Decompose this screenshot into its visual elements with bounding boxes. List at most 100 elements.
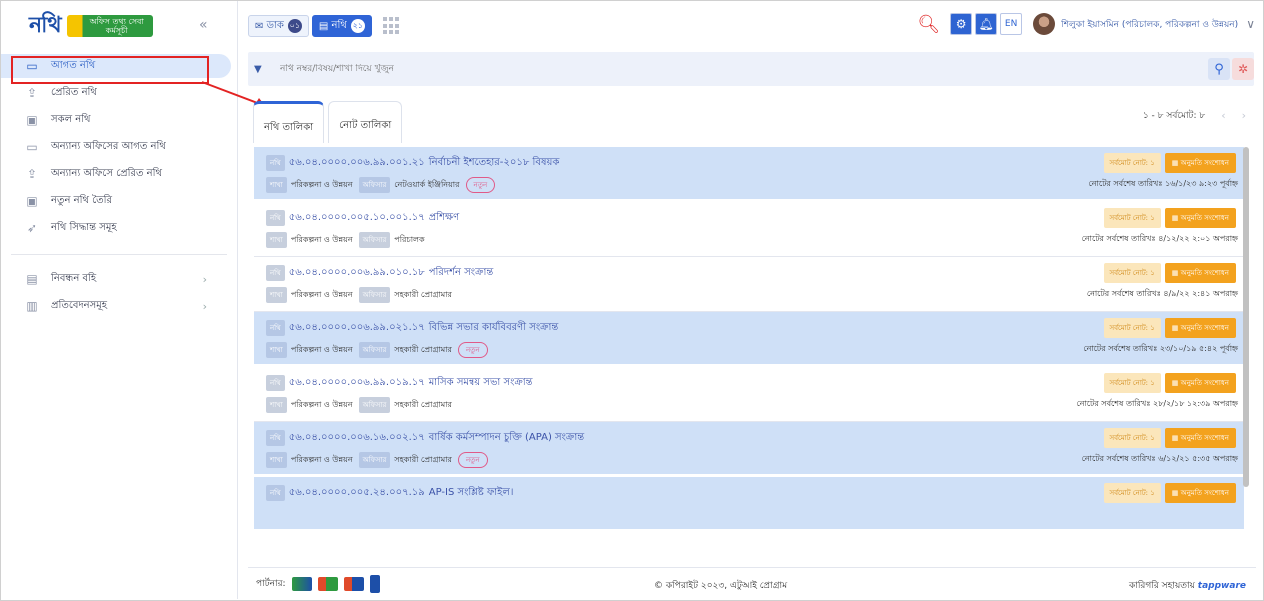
partner-logo-cabinet[interactable] — [317, 576, 338, 591]
permission-edit-label: অনুমতি সংশোধন — [1180, 159, 1229, 167]
permission-edit-button[interactable]: ▦ অনুমতি সংশোধন — [1164, 208, 1236, 228]
nothi-button[interactable]: ▤ নথি ২১ — [311, 15, 372, 37]
user-name[interactable]: শিলুকা ইয়াসমিন (পরিচালক, পরিকল্পনা ও উন… — [1061, 17, 1238, 32]
copyright-text: © কপিরাইট ২০২৩, এটুআই প্রোগ্রাম — [654, 581, 788, 591]
branch-name: পরিকল্পনা ও উন্নয়ন — [290, 234, 353, 244]
nothi-tag: নথি — [266, 320, 285, 336]
branch-tag: শাখা — [266, 232, 287, 248]
file-number[interactable]: ৫৬.০৪.০০০০.০০৬.৯৯.০১৯.১৭ — [289, 375, 425, 392]
file-row[interactable]: নথি ৫৬.০৪.০০০০.০০৫.২৪.০০৭.১৯ AP-IS সংশ্ল… — [254, 477, 1244, 532]
settings-gear-icon[interactable]: ⚙ — [950, 13, 973, 35]
file-subject[interactable]: বার্ষিক কর্মসম্পাদন চুক্তি (APA) সংক্রান… — [429, 430, 584, 447]
sidebar-item-label: প্রতিবেদনসমূহ — [51, 299, 108, 311]
file-row[interactable]: নথি ৫৬.০৪.০০০০.০০৫.১০.০০১.১৭ প্রশিক্ষণ শ… — [254, 202, 1244, 257]
permission-edit-button[interactable]: ▦ অনুমতি সংশোধন — [1164, 483, 1236, 503]
file-list: নথি ৫৬.০৪.০০০০.০০৬.৯৯.০০১.২১ নির্বাচনী ই… — [254, 147, 1244, 567]
nothi-label: নথি — [331, 19, 347, 31]
permission-edit-button[interactable]: ▦ অনুমতি সংশোধন — [1164, 373, 1236, 393]
gavel-icon: ➶ — [26, 221, 38, 235]
file-subject[interactable]: AP-IS সংশ্লিষ্ট ফাইল। — [429, 485, 514, 502]
logo[interactable]: নথি অফিস তথ্য সেবা কর্মসূচী « — [1, 1, 237, 51]
file-row[interactable]: নথি ৫৬.০৪.০০০০.০০৬.৯৯.০২১.১৭ বিভিন্ন সভা… — [254, 312, 1244, 367]
nothi-count: ২১ — [350, 19, 365, 33]
chevron-right-icon: › — [202, 272, 207, 286]
file-number[interactable]: ৫৬.০৪.০০০০.০০৬.১৬.০০২.১৭ — [289, 430, 425, 447]
file-number[interactable]: ৫৬.০৪.০০০০.০০৬.৯৯.০০১.২১ — [289, 155, 425, 172]
file-number[interactable]: ৫৬.০৪.০০০০.০০৬.৯৯.০১০.১৮ — [289, 265, 425, 282]
file-row[interactable]: নথি ৫৬.০৪.০০০০.০০৬.৯৯.০০১.২১ নির্বাচনী ই… — [254, 147, 1244, 202]
file-row[interactable]: নথি ৫৬.০৪.০০০০.০০৬.১৬.০০২.১৭ বার্ষিক কর্… — [254, 422, 1244, 477]
file-row[interactable]: নথি ৫৬.০৪.০০০০.০০৬.৯৯.০১৯.১৭ মাসিক সমন্ব… — [254, 367, 1244, 422]
filter-dropdown-caret-icon[interactable]: ▼ — [254, 64, 274, 75]
book-icon: ▤ — [26, 272, 38, 286]
branch-name: পরিকল্পনা ও উন্নয়ন — [290, 399, 353, 409]
officer-tag: অফিসার — [358, 342, 391, 358]
officer-tag: অফিসার — [358, 287, 391, 303]
permission-edit-button[interactable]: ▦ অনুমতি সংশোধন — [1164, 318, 1236, 338]
sidebar-item-label: অন্যান্য অফিসে প্রেরিত নথি — [51, 167, 162, 179]
collapse-sidebar-icon[interactable]: « — [199, 17, 208, 33]
branch-tag: শাখা — [266, 397, 287, 413]
permission-edit-button[interactable]: ▦ অনুমতি সংশোধন — [1164, 263, 1236, 283]
permission-edit-label: অনুমতি সংশোধন — [1180, 434, 1229, 442]
nothi-tag: নথি — [266, 375, 285, 391]
permission-edit-button[interactable]: ▦ অনুমতি সংশোধন — [1164, 428, 1236, 448]
file-row[interactable]: নথি ৫৬.০৪.০০০০.০০৬.৯৯.০১০.১৮ পরিদর্শন সং… — [254, 257, 1244, 312]
file-subject[interactable]: পরিদর্শন সংক্রান্ত — [429, 265, 494, 282]
note-count-badge: সর্বমোট নোট: ১ — [1103, 153, 1161, 173]
outbox-icon: ⇪ — [26, 86, 38, 100]
officer-tag: অফিসার — [358, 232, 391, 248]
notification-bell-icon[interactable]: 🔔︎ — [975, 13, 998, 35]
sidebar-item[interactable]: ▭ অন্যান্য অফিসের আগত নথি — [1, 135, 237, 159]
branch-tag: শাখা — [266, 287, 287, 303]
sidebar: নথি অফিস তথ্য সেবা কর্মসূচী « ▭ আগত নথি ⇪ প… — [1, 1, 238, 599]
tab-note-list[interactable]: নোট তালিকা — [328, 101, 403, 143]
sidebar-item[interactable]: ▭ আগত নথি — [1, 54, 231, 78]
scrollbar[interactable] — [1243, 147, 1249, 487]
file-subject[interactable]: মাসিক সমন্বয় সভা সংক্রান্ত — [429, 375, 533, 392]
search-input[interactable] — [280, 64, 980, 74]
clear-filter-icon[interactable]: ✲ — [1232, 58, 1254, 80]
sidebar-item[interactable]: ▤ নিবন্ধন বহি › — [1, 267, 237, 291]
sidebar-item[interactable]: ➶ নথি সিদ্ধান্ত সমূহ — [1, 216, 237, 240]
partner-logo-ict[interactable] — [343, 576, 364, 591]
file-number[interactable]: ৫৬.০৪.০০০০.০০৬.৯৯.০২১.১৭ — [289, 320, 425, 337]
partners-label: পার্টনার: — [256, 579, 286, 589]
search-icon[interactable]: 🔍︎ — [917, 14, 940, 35]
file-subject[interactable]: প্রশিক্ষণ — [429, 210, 459, 227]
note-count-badge: সর্বমোট নোট: ১ — [1103, 373, 1161, 393]
footer: পার্টনার: © কপিরাইট ২০২৩, এটুআই প্রোগ্রা… — [248, 567, 1256, 599]
sidebar-item[interactable]: ▥ প্রতিবেদনসমূহ › — [1, 294, 237, 318]
tech-support-label: কারিগরি সহায়তায় — [1128, 581, 1195, 591]
inbox-icon: ▭ — [26, 59, 38, 73]
search-bar: ▼ ⚲ ✲ — [248, 52, 1254, 86]
file-number[interactable]: ৫৬.০৪.০০০০.০০৫.১০.০০১.১৭ — [289, 210, 425, 227]
apps-grid-icon[interactable] — [382, 17, 401, 35]
sidebar-item[interactable]: ⇪ অন্যান্য অফিসে প্রেরিত নথি — [1, 162, 237, 186]
partner-logo-a2i[interactable] — [291, 576, 312, 591]
file-number[interactable]: ৫৬.০৪.০০০০.০০৫.২৪.০০৭.১৯ — [289, 485, 425, 502]
language-toggle-button[interactable]: EN — [1000, 13, 1023, 35]
chevron-down-icon[interactable]: ∨ — [1246, 17, 1255, 31]
sidebar-item[interactable]: ▣ সকল নথি — [1, 108, 237, 132]
tab-nothi-list[interactable]: নথি তালিকা — [253, 101, 325, 143]
note-count-badge: সর্বমোট নোট: ১ — [1103, 208, 1161, 228]
sidebar-item[interactable]: ▣ নতুন নথি তৈরি — [1, 189, 237, 213]
dak-button[interactable]: ✉ ডাক ০১ — [248, 15, 309, 37]
avatar[interactable] — [1033, 13, 1056, 35]
sidebar-item[interactable]: ⇪ প্রেরিত নথি — [1, 81, 237, 105]
permission-edit-button[interactable]: ▦ অনুমতি সংশোধন — [1164, 153, 1236, 173]
file-icon: ▤ — [318, 20, 329, 32]
file-subject[interactable]: বিভিন্ন সভার কার্যবিবরণী সংক্রান্ত — [429, 320, 559, 337]
branch-name: পরিকল্পনা ও উন্নয়ন — [290, 344, 353, 354]
nothi-tag: নথি — [266, 485, 285, 501]
file-subject[interactable]: নির্বাচনী ইশতেহার-২০১৮ বিষয়ক — [429, 155, 560, 172]
sidebar-item-label: প্রেরিত নথি — [51, 86, 97, 98]
tappware-logo[interactable]: tappware — [1198, 581, 1246, 591]
next-page-icon[interactable]: › — [1242, 109, 1246, 122]
search-submit-icon[interactable]: ⚲ — [1208, 58, 1230, 80]
topbar: ✉ ডাক ০১ ▤ নথি ২১ 🔍︎ ⚙ 🔔︎ EN শিলুকা ইয়া… — [238, 1, 1263, 51]
last-note-date: নোটের সর্বশেষ তারিখঃ ১৬/১/২৩ ৯:২৩ পূর্বা… — [1088, 179, 1238, 188]
partner-logo-bcc[interactable] — [369, 574, 380, 593]
prev-page-icon[interactable]: ‹ — [1221, 109, 1225, 122]
